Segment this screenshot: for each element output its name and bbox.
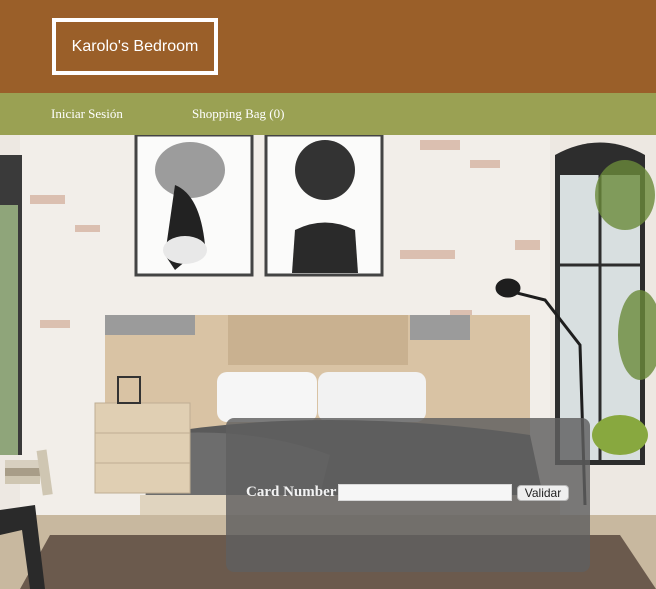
shopping-bag-link[interactable]: Shopping Bag (0)	[192, 93, 284, 135]
card-number-input[interactable]	[338, 484, 512, 501]
validate-button[interactable]: Validar	[517, 485, 569, 501]
brand-logo[interactable]: Karolo's Bedroom	[52, 18, 218, 75]
login-link[interactable]: Iniciar Sesión	[51, 93, 123, 135]
payment-panel: Card Number Validar	[226, 418, 590, 572]
main-nav: Iniciar Sesión Shopping Bag (0)	[0, 93, 656, 135]
site-header: Karolo's Bedroom	[0, 0, 656, 93]
brand-name: Karolo's Bedroom	[71, 37, 199, 55]
portrait-art-icon	[134, 135, 254, 277]
card-number-label: Card Number	[246, 484, 337, 500]
